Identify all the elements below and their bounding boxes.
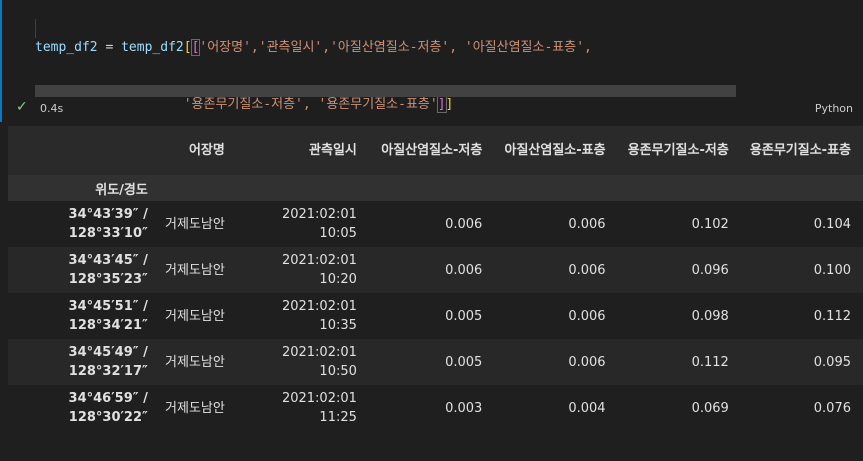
- table-cell: 0.005: [445, 354, 483, 370]
- table-cell: 0.006: [568, 354, 606, 370]
- column-header: 어장명: [188, 142, 225, 158]
- code-cell[interactable]: temp_df2 = temp_df2[['어장명','관측일시','아질산염질…: [0, 0, 863, 169]
- table-cell: 0.003: [445, 400, 483, 416]
- table-cell: 0.006: [568, 216, 606, 232]
- table-cell: 거제도남안: [165, 262, 225, 278]
- table-cell: 2021:02:01 10:50: [281, 345, 357, 379]
- table-cell: 2021:02:01 10:20: [281, 253, 357, 287]
- code-line-1: temp_df2 = temp_df2[['어장명','관측일시','아질산염질…: [35, 38, 592, 57]
- row-index: 34°43′45″ / 128°35′23″: [68, 253, 148, 287]
- table-cell: 0.069: [691, 400, 729, 416]
- table-row: 34°45′49″ / 128°32′17″ 거제도남안 2021:02:01 …: [8, 339, 863, 385]
- execution-time: 0.4s: [40, 102, 64, 115]
- table-cell: 0.005: [445, 308, 483, 324]
- empty-header: [741, 175, 863, 201]
- row-index: 34°43′39″ / 128°33′10″: [68, 207, 148, 241]
- column-header: 아질산염질소-저층: [381, 142, 483, 158]
- table-row: 34°43′39″ / 128°33′10″ 거제도남안 2021:02:01 …: [8, 201, 863, 247]
- empty-header: [369, 175, 494, 201]
- bracket-token: [: [183, 40, 192, 55]
- table-cell: 거제도남안: [165, 216, 225, 232]
- index-name-row: 위도/경도: [8, 175, 863, 201]
- empty-header: [618, 175, 741, 201]
- column-header: 관측일시: [309, 142, 357, 158]
- index-name: 위도/경도: [95, 182, 148, 198]
- column-header-row: 어장명 관측일시 아질산염질소-저층 아질산염질소-표층 용존무기질소-저층 용…: [8, 126, 863, 175]
- table-cell: 0.102: [691, 216, 729, 232]
- cell-status-bar: ✓ 0.4s Python: [0, 99, 863, 119]
- table-cell: 거제도남안: [165, 308, 225, 324]
- cell-output: 어장명 관측일시 아질산염질소-저층 아질산염질소-표층 용존무기질소-저층 용…: [8, 126, 863, 431]
- table-cell: 0.006: [445, 262, 483, 278]
- table-cell: 0.006: [568, 308, 606, 324]
- table-row: 34°45′51″ / 128°34′21″ 거제도남안 2021:02:01 …: [8, 293, 863, 339]
- variable-token: temp_df2: [121, 40, 184, 55]
- table-cell: 거제도남안: [165, 354, 225, 370]
- column-header: 용존무기질소-저층: [627, 142, 729, 158]
- empty-header: [494, 175, 617, 201]
- corner-header: [8, 126, 160, 175]
- table-cell: 0.006: [568, 262, 606, 278]
- table-cell: 2021:02:01 10:35: [281, 299, 357, 333]
- table-cell: 0.096: [691, 262, 729, 278]
- table-row: 34°46′59″ / 128°30′22″ 거제도남안 2021:02:01 …: [8, 385, 863, 431]
- table-row: 34°43′45″ / 128°35′23″ 거제도남안 2021:02:01 …: [8, 247, 863, 293]
- string-token: '어장명','관측일시','아질산염질소-저층', '아질산염질소-표층',: [199, 40, 592, 55]
- table-cell: 0.104: [813, 216, 851, 232]
- row-index: 34°45′51″ / 128°34′21″: [68, 299, 148, 333]
- column-header: 아질산염질소-표층: [504, 142, 606, 158]
- table-cell: 2021:02:01 11:25: [281, 391, 357, 425]
- horizontal-scrollbar[interactable]: [35, 85, 736, 97]
- variable-token: temp_df2: [35, 40, 98, 55]
- table-cell: 2021:02:01 10:05: [281, 207, 357, 241]
- empty-header: [237, 175, 369, 201]
- column-header: 용존무기질소-표층: [749, 142, 851, 158]
- table-cell: 0.112: [691, 354, 729, 370]
- table-cell: 0.095: [813, 354, 851, 370]
- dataframe-table: 어장명 관측일시 아질산염질소-저층 아질산염질소-표층 용존무기질소-저층 용…: [8, 126, 863, 431]
- empty-header: [160, 175, 237, 201]
- check-icon: ✓: [16, 99, 28, 115]
- table-cell: 0.100: [813, 262, 851, 278]
- row-index: 34°46′59″ / 128°30′22″: [68, 391, 148, 425]
- indent-guide: [35, 19, 36, 38]
- table-cell: 0.076: [813, 400, 851, 416]
- table-cell: 0.004: [568, 400, 606, 416]
- language-selector[interactable]: Python: [815, 102, 853, 115]
- table-cell: 0.098: [691, 308, 729, 324]
- operator-token: =: [97, 40, 122, 55]
- table-cell: 거제도남안: [165, 400, 225, 416]
- row-index: 34°45′49″ / 128°32′17″: [68, 345, 148, 379]
- table-cell: 0.006: [445, 216, 483, 232]
- table-cell: 0.112: [813, 308, 851, 324]
